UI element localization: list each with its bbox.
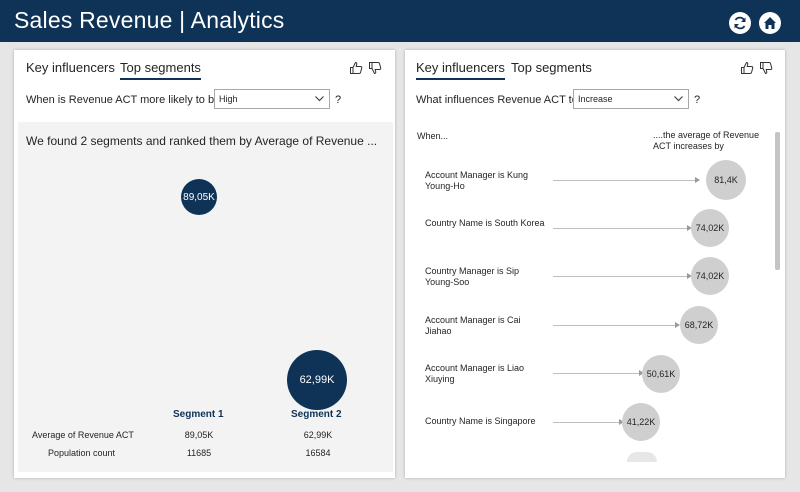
next-influencer-bubble [627, 452, 657, 462]
tab-key-influencers[interactable]: Key influencers [26, 60, 115, 75]
influencer-label[interactable]: Country Name is South Korea [425, 218, 545, 229]
influencer-bubble[interactable]: 74,02K [691, 257, 729, 295]
cell-seg1-average: 89,05K [184, 430, 214, 440]
help-icon[interactable]: ? [694, 94, 700, 106]
segment-1-bubble[interactable]: 89,05K [181, 179, 217, 215]
tab-top-segments[interactable]: Top segments [120, 60, 201, 80]
segments-area: We found 2 segments and ranked them by A… [18, 122, 393, 472]
row-label-population: Population count [48, 448, 116, 458]
direction-dropdown[interactable]: Increase [573, 89, 689, 109]
column-header-average: ....the average of Revenue ACT increases… [653, 130, 760, 151]
influencer-bubble[interactable]: 50,61K [642, 355, 680, 393]
influencer-label[interactable]: Country Manager is Sip Young-Soo [425, 266, 545, 288]
top-bar: Sales Revenue | Analytics [0, 0, 800, 42]
top-segments-card: Key influencers Top segments When is Rev… [14, 50, 395, 478]
key-influencers-card: Key influencers Top segments What influe… [405, 50, 785, 478]
influencer-label[interactable]: Account Manager is Kung Young-Ho [425, 170, 545, 192]
thumbs-up-icon[interactable] [349, 61, 363, 75]
dropdown-value: Increase [578, 94, 613, 104]
thumbs-up-icon[interactable] [740, 61, 754, 75]
cell-seg2-average: 62,99K [303, 430, 333, 440]
influencer-bubble[interactable]: 41,22K [622, 403, 660, 441]
influencer-connector [553, 422, 619, 423]
influencer-bubble[interactable]: 68,72K [680, 306, 718, 344]
influencer-connector [553, 276, 687, 277]
dropdown-value: High [219, 94, 238, 104]
help-icon[interactable]: ? [335, 94, 341, 106]
chevron-down-icon [674, 96, 683, 102]
thumbs-down-icon[interactable] [368, 61, 382, 75]
influencer-label[interactable]: Country Name is Singapore [425, 416, 545, 427]
influencer-label[interactable]: Account Manager is Cai Jiahao [425, 315, 545, 337]
cell-seg1-population: 11685 [186, 448, 212, 458]
segment-2-label[interactable]: Segment 2 [291, 409, 342, 420]
segments-heading: We found 2 segments and ranked them by A… [26, 134, 378, 148]
influencer-bubble[interactable]: 74,02K [691, 209, 729, 247]
influencer-question: What influences Revenue ACT to [416, 94, 578, 106]
tab-top-segments[interactable]: Top segments [511, 60, 592, 75]
influencer-connector [553, 180, 695, 181]
influencer-bubble[interactable]: 81,4K [706, 160, 746, 200]
home-icon[interactable] [759, 12, 781, 34]
influencer-connector [553, 373, 639, 374]
revenue-level-dropdown[interactable]: High [214, 89, 330, 109]
influencer-connector [553, 228, 687, 229]
app-title: Sales Revenue | Analytics [14, 7, 285, 33]
tab-key-influencers[interactable]: Key influencers [416, 60, 505, 80]
chevron-down-icon [315, 96, 324, 102]
segment-question: When is Revenue ACT more likely to be [26, 94, 221, 106]
segment-2-bubble[interactable]: 62,99K [287, 350, 347, 410]
segment-1-label[interactable]: Segment 1 [173, 409, 224, 420]
cell-seg2-population: 16584 [305, 448, 331, 458]
influencers-scrollbar[interactable] [775, 132, 780, 270]
influencer-connector [553, 325, 675, 326]
refresh-icon[interactable] [729, 12, 751, 34]
row-label-average: Average of Revenue ACT [32, 430, 134, 440]
arrow-right-icon [695, 177, 700, 183]
column-header-when: When... [417, 131, 449, 141]
thumbs-down-icon[interactable] [759, 61, 773, 75]
influencer-label[interactable]: Account Manager is Liao Xiuying [425, 363, 545, 385]
